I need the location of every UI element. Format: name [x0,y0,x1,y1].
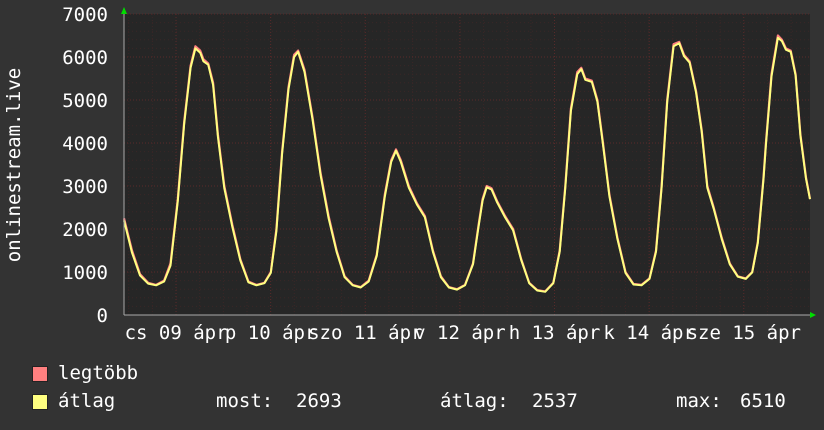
y-tick-label: 2000 [62,219,108,241]
y-axis-arrow-icon [121,7,127,14]
x-tick-label: h 13 ápr [509,322,601,344]
chart: 0 1000 2000 3000 4000 5000 6000 7000 cs 09 áprp… [3,4,816,344]
y-tick-label: 5000 [62,90,108,112]
y-tick-label: 4000 [62,133,108,155]
y-tick-label: 6000 [62,47,108,69]
x-tick-label: cs 09 ápr [125,322,228,344]
plot-area [124,14,810,315]
x-axis-arrow-icon [810,312,816,318]
x-tick-label: szo 11 ápr [308,322,422,344]
y-tick-label: 3000 [62,176,108,198]
y-tick-labels: 0 1000 2000 3000 4000 5000 6000 7000 [62,4,108,327]
x-tick-label: sze 15 ápr [687,322,801,344]
y-axis-label: onlinestream.live [3,68,25,262]
x-tick-label: v 12 ápr [414,322,506,344]
y-tick-label: 1000 [62,262,108,284]
x-tick-label: p 10 ápr [225,322,317,344]
x-tick-labels: cs 09 áprp 10 áprszo 11 áprv 12 ápr h 13 … [125,322,801,344]
y-tick-label: 7000 [62,4,108,26]
y-tick-label: 0 [97,305,108,327]
x-tick-label: k 14 ápr [603,322,695,344]
